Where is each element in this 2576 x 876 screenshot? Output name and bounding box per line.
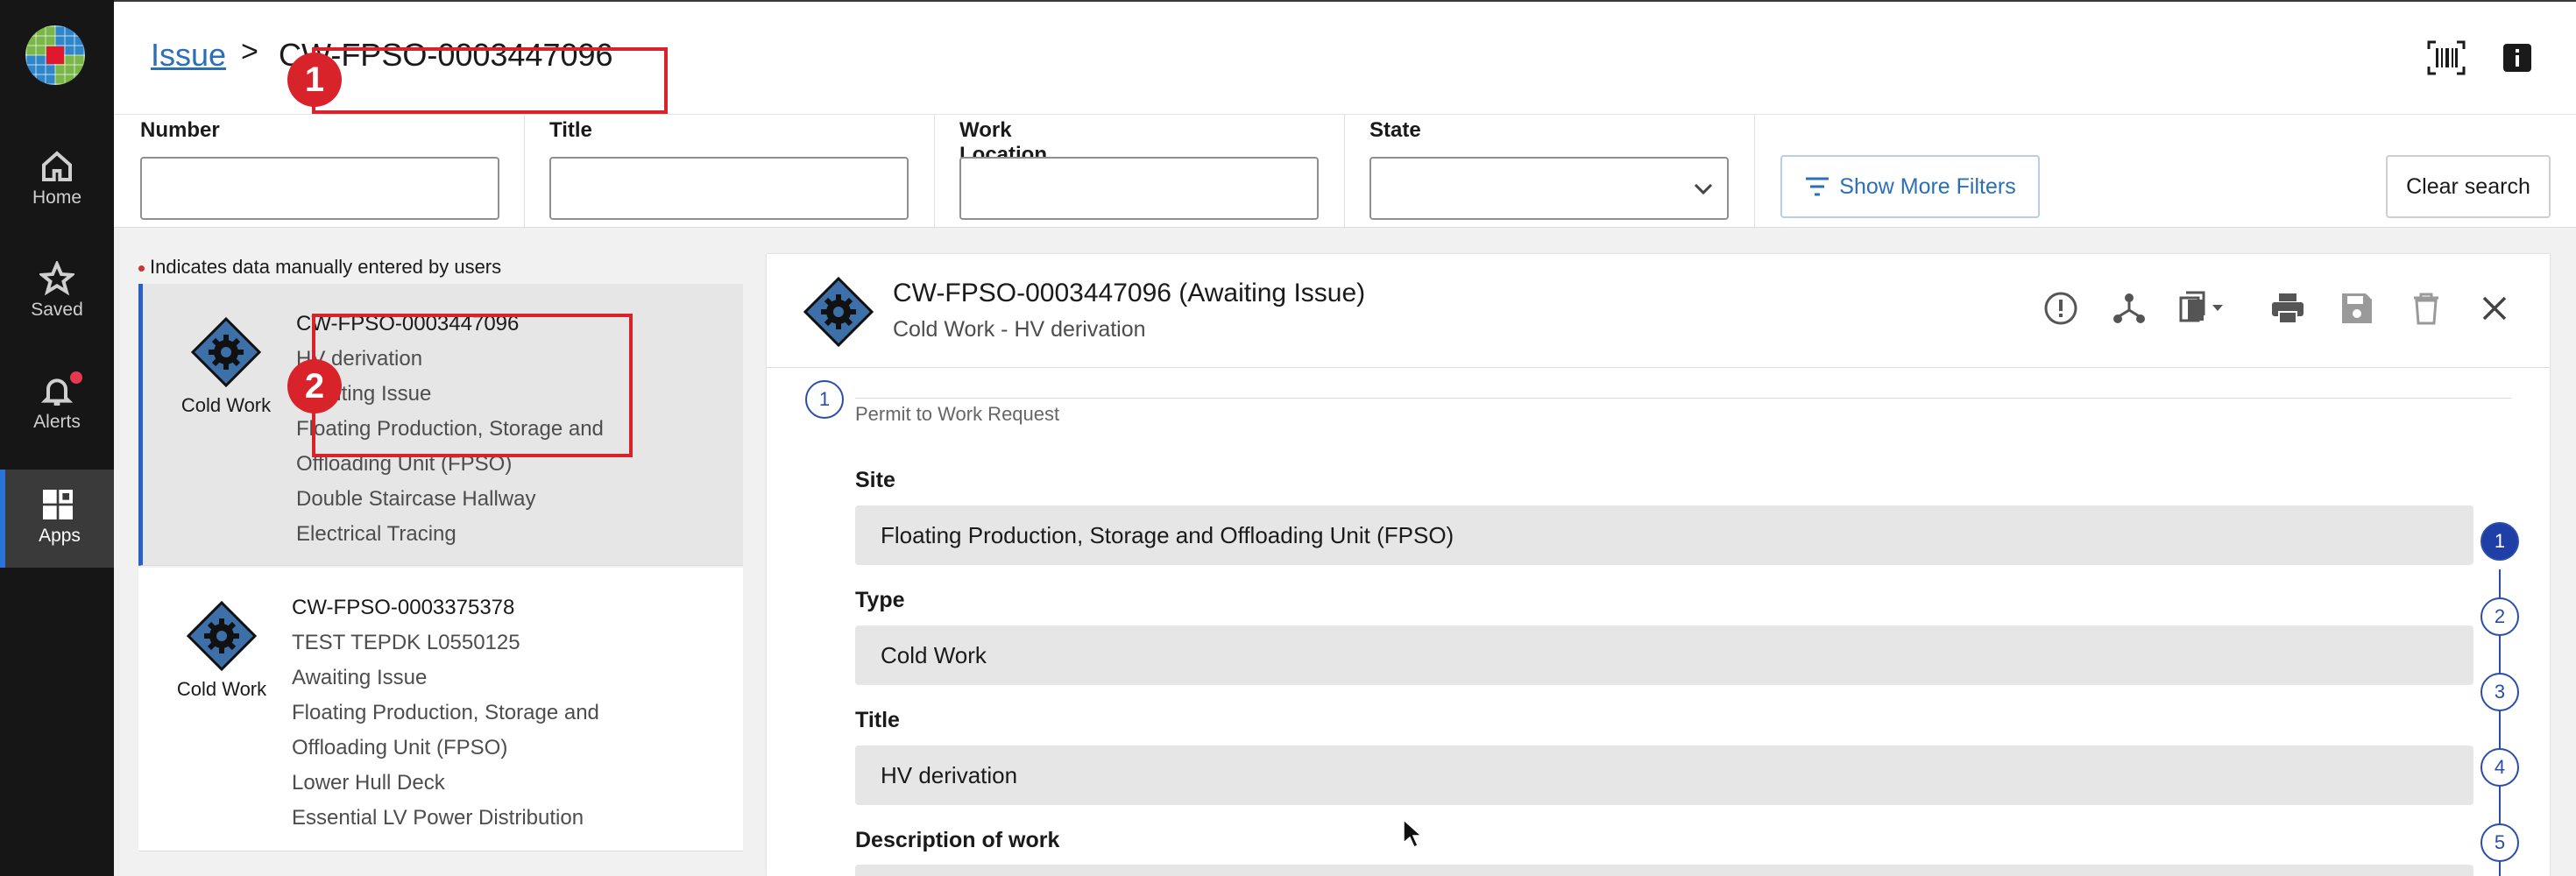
type-field[interactable]: Cold Work (855, 625, 2473, 685)
section-step-number: 1 (805, 380, 844, 419)
annotation-box-2 (312, 314, 633, 457)
print-icon[interactable] (2268, 289, 2307, 328)
card-site-cont: Offloading Unit (FPSO) (292, 736, 508, 759)
description-label: Description of work (855, 828, 1060, 852)
section-divider (855, 398, 2511, 399)
filter-bar: Number Title Work Location State Show Mo… (114, 114, 2576, 229)
card-location: Double Staircase Hallway (296, 487, 536, 511)
notification-dot (70, 371, 82, 384)
step-1[interactable]: 1 (2480, 522, 2519, 561)
step-3[interactable]: 3 (2480, 673, 2519, 711)
sidebar-item-label: Home (32, 187, 82, 208)
step-4[interactable]: 4 (2480, 748, 2519, 787)
manual-entry-note-text: Indicates data manually entered by users (150, 256, 502, 278)
detail-panel: CW-FPSO-0003447096 (Awaiting Issue) Cold… (767, 254, 2550, 876)
mouse-cursor-icon (1403, 818, 1423, 849)
breadcrumb-separator: > (241, 35, 258, 68)
copy-dropdown-icon[interactable] (2177, 289, 2233, 328)
info-icon[interactable] (2502, 42, 2533, 74)
type-label: Type (855, 588, 905, 612)
filter-icon (1806, 177, 1829, 196)
gear-diamond-icon (187, 601, 257, 671)
sidebar-item-home[interactable]: Home (0, 131, 114, 228)
delete-icon[interactable] (2407, 289, 2445, 328)
barcode-icon[interactable] (2427, 40, 2466, 75)
card-state: Awaiting Issue (292, 666, 428, 689)
step-2[interactable]: 2 (2480, 597, 2519, 636)
detail-subtitle: Cold Work - HV derivation (893, 317, 1146, 342)
card-number: CW-FPSO-0003375378 (292, 596, 515, 619)
annotation-box-1 (312, 47, 668, 114)
gear-diamond-icon (191, 317, 261, 387)
save-icon[interactable] (2338, 289, 2376, 328)
card-site: Floating Production, Storage and (292, 701, 599, 724)
sidebar-item-label: Apps (39, 526, 81, 546)
filter-label: Title (549, 118, 592, 142)
sidebar: Home Saved Alerts Apps (0, 0, 114, 876)
work-location-input[interactable] (959, 157, 1319, 220)
bell-icon (40, 378, 74, 406)
show-more-filters-button[interactable]: Show More Filters (1780, 155, 2040, 218)
card-location: Lower Hull Deck (292, 771, 445, 795)
list-item[interactable]: Cold Work CW-FPSO-0003375378 TEST TEPDK … (138, 568, 743, 851)
star-icon (39, 261, 74, 296)
filter-label: Number (140, 118, 220, 142)
annotation-badge-1: 1 (287, 53, 342, 107)
description-field[interactable] (855, 865, 2473, 876)
title-field[interactable]: HV derivation (855, 745, 2473, 805)
sidebar-item-alerts[interactable]: Alerts (0, 356, 114, 452)
site-field[interactable]: Floating Production, Storage and Offload… (855, 505, 2473, 565)
clear-search-label: Clear search (2406, 173, 2530, 199)
hierarchy-icon[interactable] (2110, 289, 2148, 328)
manual-entry-dot (138, 265, 145, 272)
number-input[interactable] (140, 157, 499, 220)
title-label: Title (855, 708, 900, 732)
sidebar-item-label: Saved (31, 300, 83, 320)
app-logo[interactable] (25, 25, 85, 85)
manual-entry-note: Indicates data manually entered by users (138, 256, 501, 279)
card-type-label: Cold Work (176, 678, 267, 700)
card-equipment: Electrical Tracing (296, 522, 456, 546)
gear-diamond-icon (803, 277, 874, 347)
title-input[interactable] (549, 157, 909, 220)
card-details: CW-FPSO-0003375378 TEST TEPDK L0550125 A… (292, 590, 730, 836)
sidebar-item-label: Alerts (33, 412, 81, 432)
clear-search-button[interactable]: Clear search (2386, 155, 2551, 218)
site-label: Site (855, 468, 895, 492)
filter-label: State (1369, 118, 1421, 142)
state-select[interactable] (1369, 157, 1729, 220)
home-icon (42, 151, 72, 181)
step-5[interactable]: 5 (2480, 823, 2519, 862)
sidebar-item-apps[interactable]: Apps (0, 470, 114, 568)
alert-circle-icon[interactable] (2042, 289, 2080, 328)
sidebar-item-saved[interactable]: Saved (0, 244, 114, 340)
close-icon[interactable] (2475, 289, 2514, 328)
annotation-badge-2: 2 (287, 359, 342, 413)
detail-title: CW-FPSO-0003447096 (Awaiting Issue) (893, 279, 1366, 307)
card-type-label: Cold Work (180, 394, 272, 416)
apps-grid-icon (43, 490, 73, 519)
section-title: Permit to Work Request (855, 403, 1060, 425)
card-equipment: Essential LV Power Distribution (292, 806, 584, 830)
breadcrumb-link-issue[interactable]: Issue (151, 37, 226, 74)
show-more-filters-label: Show More Filters (1839, 173, 2016, 199)
detail-header: CW-FPSO-0003447096 (Awaiting Issue) Cold… (767, 254, 2550, 368)
card-title: TEST TEPDK L0550125 (292, 631, 520, 654)
chevron-down-icon (1694, 183, 1713, 195)
